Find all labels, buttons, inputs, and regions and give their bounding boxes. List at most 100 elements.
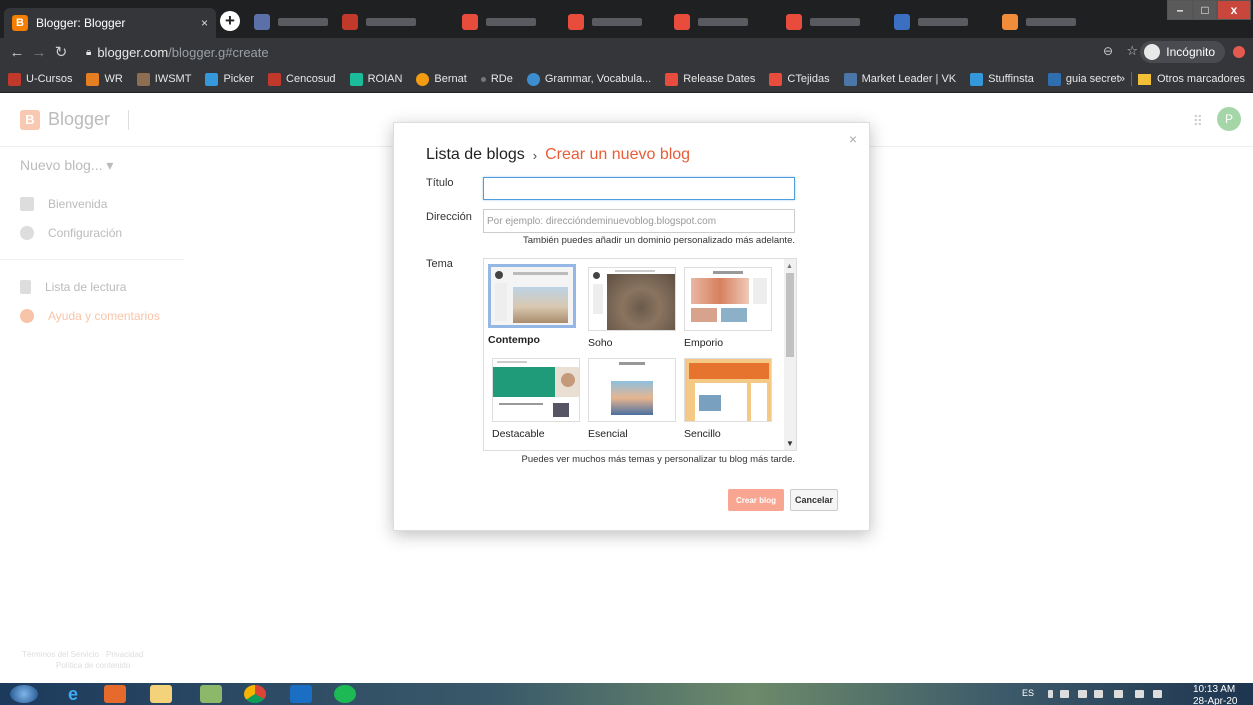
theme-emporio[interactable]: Emporio bbox=[684, 267, 772, 349]
new-blog-dropdown[interactable]: Nuevo blog... ▾ bbox=[20, 157, 113, 174]
scroll-up-icon[interactable]: ▲ bbox=[786, 263, 793, 270]
theme-scrollbar[interactable]: ▲ ▼ bbox=[784, 259, 796, 450]
volume-icon[interactable] bbox=[1153, 690, 1162, 698]
bookmark-icon bbox=[480, 76, 486, 82]
bookmark-icon bbox=[769, 72, 783, 86]
footer-line-2[interactable]: Política de contenido bbox=[22, 660, 143, 671]
theme-esencial[interactable]: Esencial bbox=[588, 358, 676, 440]
profile-dot-icon[interactable] bbox=[1233, 46, 1245, 58]
bookmark-item[interactable]: IWSMT bbox=[136, 72, 191, 86]
background-tab[interactable] bbox=[888, 10, 974, 34]
background-tab[interactable] bbox=[456, 10, 542, 34]
sidebar-item-lista-lectura[interactable]: Lista de lectura bbox=[20, 280, 126, 294]
theme-thumbnail bbox=[488, 264, 576, 328]
bookmark-item[interactable]: Bernat bbox=[416, 72, 467, 86]
direccion-hint: También puedes añadir un dominio persona… bbox=[523, 235, 795, 246]
background-tab[interactable] bbox=[996, 10, 1082, 34]
file-explorer-icon[interactable] bbox=[150, 685, 172, 703]
bookmarks-overflow-icon[interactable]: » bbox=[1119, 73, 1125, 85]
theme-name: Contempo bbox=[488, 334, 540, 346]
bookmark-icon bbox=[526, 72, 540, 86]
bookmark-icon bbox=[136, 72, 150, 86]
themes-hint: Puedes ver muchos más temas y personaliz… bbox=[521, 454, 795, 465]
theme-soho[interactable]: Soho bbox=[588, 267, 676, 349]
background-tab[interactable] bbox=[248, 10, 334, 34]
scroll-down-icon[interactable]: ▼ bbox=[786, 439, 794, 448]
usb-icon[interactable] bbox=[1114, 690, 1123, 698]
start-button-icon[interactable] bbox=[10, 685, 38, 703]
bookmark-item[interactable]: Grammar, Vocabula... bbox=[526, 72, 651, 86]
avatar[interactable]: P bbox=[1217, 107, 1241, 131]
theme-thumbnail bbox=[492, 358, 580, 422]
tab-favicon-icon bbox=[786, 14, 802, 30]
language-indicator[interactable]: ES bbox=[1022, 688, 1034, 698]
outlook-icon[interactable] bbox=[290, 685, 312, 703]
tab-favicon-icon bbox=[568, 14, 584, 30]
background-tab[interactable] bbox=[780, 10, 866, 34]
bookmark-icon bbox=[20, 280, 31, 294]
bookmark-item[interactable]: U-Cursos bbox=[8, 72, 72, 86]
background-tab[interactable] bbox=[562, 10, 648, 34]
bookmark-item[interactable]: Stuffinsta bbox=[970, 72, 1034, 86]
chrome-icon[interactable] bbox=[244, 685, 266, 703]
direccion-label: Dirección bbox=[426, 211, 472, 223]
background-tab[interactable] bbox=[336, 10, 422, 34]
breadcrumb-parent[interactable]: Lista de blogs bbox=[426, 146, 525, 164]
forward-arrow-icon[interactable]: → bbox=[28, 44, 50, 61]
theme-destacable[interactable]: Destacable bbox=[492, 358, 580, 440]
theme-contempo[interactable]: Contempo bbox=[488, 264, 576, 346]
star-icon[interactable]: ☆ bbox=[1126, 43, 1138, 59]
blogger-logo[interactable]: B Blogger bbox=[20, 109, 130, 130]
create-blog-button[interactable]: Crear blog bbox=[728, 489, 784, 511]
minimize-button[interactable]: – bbox=[1167, 0, 1193, 20]
bookmark-item[interactable]: Picker bbox=[205, 72, 254, 86]
theme-thumbnail bbox=[684, 358, 772, 422]
scrollbar-thumb[interactable] bbox=[786, 273, 794, 357]
theme-name: Sencillo bbox=[684, 428, 721, 440]
spotify-icon[interactable] bbox=[334, 685, 356, 703]
flag-icon[interactable] bbox=[1078, 690, 1087, 698]
bookmark-item[interactable]: Release Dates bbox=[665, 72, 755, 86]
photos-icon[interactable] bbox=[200, 685, 222, 703]
zoom-icon[interactable]: ⊖ bbox=[1103, 44, 1113, 58]
background-tab[interactable] bbox=[668, 10, 754, 34]
bookmark-item[interactable]: Market Leader | VK bbox=[843, 72, 956, 86]
close-window-button[interactable]: x bbox=[1217, 0, 1251, 20]
network-share-icon[interactable] bbox=[1094, 690, 1103, 698]
direccion-input[interactable] bbox=[483, 209, 795, 233]
close-icon[interactable]: × bbox=[849, 131, 857, 147]
dialog-breadcrumb: Lista de blogs › Crear un nuevo blog bbox=[426, 146, 690, 164]
reload-icon[interactable]: ↻ bbox=[50, 43, 72, 61]
onedrive-icon[interactable] bbox=[1060, 690, 1069, 698]
theme-sencillo[interactable]: Sencillo bbox=[684, 358, 772, 440]
bookmark-item[interactable]: guia secret bbox=[1047, 72, 1120, 86]
tab-blogger[interactable]: B Blogger: Blogger × bbox=[4, 8, 216, 38]
titulo-input[interactable] bbox=[483, 177, 795, 200]
bookmark-item[interactable]: Cencosud bbox=[268, 72, 336, 86]
apps-grid-icon[interactable]: ⠿ bbox=[1193, 113, 1203, 130]
media-player-icon[interactable] bbox=[104, 685, 126, 703]
tray-arrow-icon[interactable] bbox=[1048, 690, 1053, 698]
bookmark-item[interactable]: CTejidas bbox=[769, 72, 830, 86]
footer-line-1[interactable]: Términos del Servicio · Privacidad bbox=[22, 649, 143, 660]
bookmark-item[interactable]: WR bbox=[86, 72, 123, 86]
maximize-button[interactable]: □ bbox=[1193, 0, 1217, 20]
bookmark-item[interactable]: RDe bbox=[480, 73, 513, 85]
sidebar-item-ayuda[interactable]: Ayuda y comentarios bbox=[20, 309, 160, 323]
lock-icon: 🔒︎ bbox=[86, 46, 92, 58]
sidebar-item-configuracion[interactable]: Configuración bbox=[20, 226, 122, 240]
other-bookmarks[interactable]: » Otros marcadores bbox=[1119, 72, 1245, 86]
cancel-button[interactable]: Cancelar bbox=[790, 489, 838, 511]
tab-favicon-icon bbox=[894, 14, 910, 30]
system-clock[interactable]: 10:13 AM 28-Apr-20 bbox=[1193, 684, 1237, 705]
signal-icon[interactable] bbox=[1135, 690, 1144, 698]
tab-close-icon[interactable]: × bbox=[201, 16, 208, 30]
address-bar[interactable]: 🔒︎ blogger.com/blogger.g#create bbox=[86, 45, 269, 60]
back-arrow-icon[interactable]: ← bbox=[6, 44, 28, 61]
internet-explorer-icon[interactable]: e bbox=[62, 684, 84, 704]
bookmark-item[interactable]: ROIAN bbox=[349, 72, 402, 86]
theme-name: Esencial bbox=[588, 428, 628, 440]
sidebar-item-bienvenida[interactable]: Bienvenida bbox=[20, 197, 107, 211]
incognito-badge[interactable]: Incógnito bbox=[1140, 41, 1225, 63]
new-tab-button[interactable]: + bbox=[220, 11, 240, 31]
